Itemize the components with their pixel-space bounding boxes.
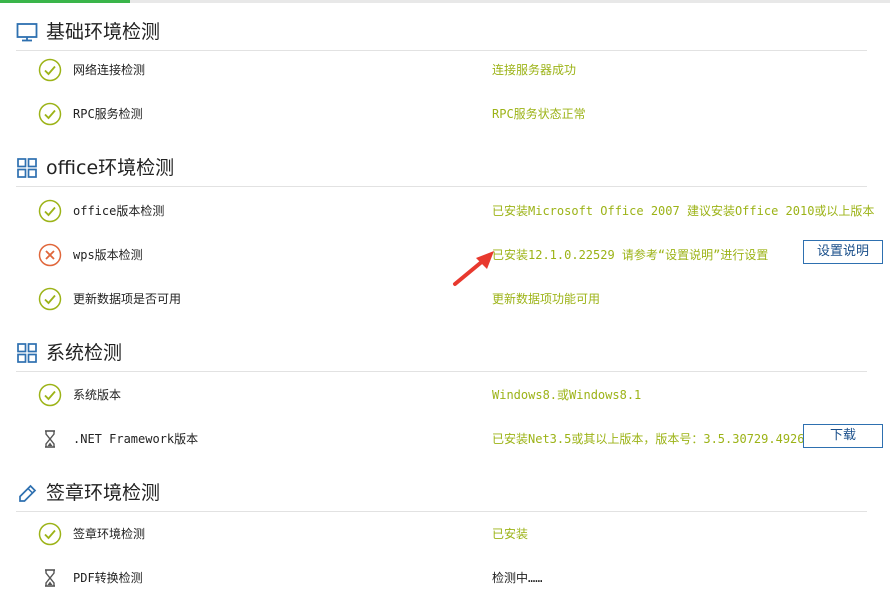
error-icon <box>38 243 62 267</box>
red-arrow-icon <box>453 251 494 286</box>
check-icon <box>38 287 62 311</box>
hourglass-icon <box>45 569 55 587</box>
check-result: 已安装12.1.0.22529 请参考“设置说明”进行设置 <box>492 248 769 262</box>
monitor-icon <box>16 23 38 42</box>
check-row-pdf: PDF转换检测 检测中…… <box>16 557 867 601</box>
check-row-wps: wps版本检测 已安装12.1.0.22529 请参考“设置说明”进行设置 设置… <box>16 234 883 278</box>
check-result: Windows8.或Windows8.1 <box>492 388 642 402</box>
check-name: 更新数据项是否可用 <box>73 292 182 306</box>
check-result: 更新数据项功能可用 <box>492 292 601 306</box>
check-name: PDF转换检测 <box>73 571 143 585</box>
check-icon <box>38 383 62 407</box>
check-icon <box>38 102 62 126</box>
check-name: 签章环境检测 <box>73 527 146 541</box>
check-name: 网络连接检测 <box>73 63 146 77</box>
download-button[interactable]: 下载 <box>803 424 883 448</box>
check-row-rpc: RPC服务检测 RPC服务状态正常 <box>16 93 867 137</box>
check-name: office版本检测 <box>73 204 165 218</box>
grid-icon <box>17 343 37 363</box>
pen-icon <box>19 484 37 502</box>
section-divider <box>16 511 867 512</box>
check-name: wps版本检测 <box>73 248 143 262</box>
settings-guide-button[interactable]: 设置说明 <box>803 240 883 264</box>
check-icon <box>38 522 62 546</box>
section-basic-env: 基础环境检测 网络连接检测 连接服务器成功 RPC服务检测 RPC服务状态正常 <box>16 16 867 146</box>
check-icon <box>38 58 62 82</box>
grid-icon <box>17 158 37 178</box>
section-header: office环境检测 <box>16 152 867 187</box>
check-row-update-data: 更新数据项是否可用 更新数据项功能可用 <box>16 278 867 322</box>
check-result: 已安装Net3.5或其以上版本，版本号：3.5.30729.4926 <box>492 432 805 446</box>
check-row-signature: 签章环境检测 已安装 <box>16 513 867 557</box>
section-divider <box>16 186 867 187</box>
section-title: 系统检测 <box>46 342 123 364</box>
section-header: 签章环境检测 <box>16 477 867 512</box>
section-title: 签章环境检测 <box>46 482 161 504</box>
section-title: office环境检测 <box>46 157 175 179</box>
check-row-dotnet: .NET Framework版本 已安装Net3.5或其以上版本，版本号：3.5… <box>16 418 883 462</box>
check-result: RPC服务状态正常 <box>492 107 586 121</box>
progress-bar-fill <box>0 0 130 3</box>
check-result: 连接服务器成功 <box>492 63 577 77</box>
section-signature-env: 签章环境检测 签章环境检测 已安装 PDF转换检测 检测中…… <box>16 477 867 607</box>
section-header: 基础环境检测 <box>16 16 867 51</box>
section-divider <box>16 371 867 372</box>
section-title: 基础环境检测 <box>46 21 161 43</box>
check-result: 已安装 <box>492 527 529 541</box>
progress-bar <box>0 0 890 3</box>
check-name: RPC服务检测 <box>73 107 143 121</box>
check-icon <box>38 199 62 223</box>
section-system: 系统检测 系统版本 Windows8.或Windows8.1 .NET Fram… <box>16 337 883 467</box>
check-name: 系统版本 <box>73 388 122 402</box>
check-row-office: office版本检测 已安装Microsoft Office 2007 建议安装… <box>16 190 874 234</box>
section-header: 系统检测 <box>16 337 867 372</box>
check-result: 检测中…… <box>492 571 543 585</box>
check-name: .NET Framework版本 <box>73 432 199 446</box>
section-office-env: office环境检测 office版本检测 已安装Microsoft Offic… <box>16 152 883 322</box>
check-row-network: 网络连接检测 连接服务器成功 <box>16 49 867 93</box>
check-result: 已安装Microsoft Office 2007 建议安装Office 2010… <box>492 204 875 218</box>
hourglass-icon <box>45 430 55 448</box>
check-row-os-version: 系统版本 Windows8.或Windows8.1 <box>16 374 867 418</box>
